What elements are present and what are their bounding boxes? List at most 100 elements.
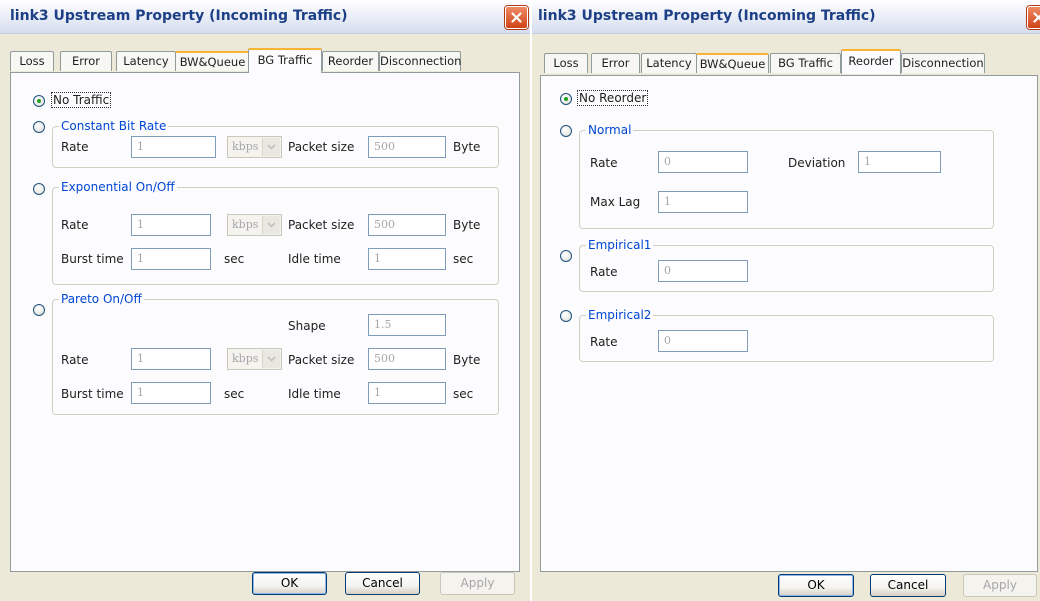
- empirical1-group: Empirical1 Rate 0: [579, 238, 994, 292]
- tab-bg-traffic[interactable]: BG Traffic: [770, 53, 841, 73]
- cbr-group: Constant Bit Rate Rate 1 kbps Packet siz…: [52, 119, 499, 168]
- pareto-rate-unit-select[interactable]: kbps: [227, 348, 282, 370]
- no-reorder-radio[interactable]: [560, 93, 572, 105]
- cancel-button[interactable]: Cancel: [345, 572, 420, 595]
- exp-idle-time-input[interactable]: 1: [368, 248, 446, 270]
- empirical1-radio[interactable]: [560, 250, 572, 262]
- cbr-unit-value: kbps: [232, 140, 259, 153]
- ok-button[interactable]: OK: [252, 572, 327, 595]
- close-button[interactable]: [505, 6, 528, 29]
- dialog-reorder: link3 Upstream Property (Incoming Traffi…: [532, 0, 1040, 601]
- pareto-rate-input[interactable]: 1: [131, 348, 211, 370]
- normal-max-lag-input[interactable]: 1: [658, 191, 748, 213]
- tab-error[interactable]: Error: [591, 53, 640, 73]
- cbr-packet-size-input[interactable]: 500: [368, 136, 446, 158]
- exp-byte-unit: Byte: [453, 218, 481, 232]
- exponential-group-title: Exponential On/Off: [59, 180, 177, 194]
- pareto-shape-label: Shape: [288, 319, 326, 333]
- close-icon: [1033, 12, 1040, 23]
- close-icon: [511, 12, 522, 23]
- pareto-burst-time-label: Burst time: [61, 387, 124, 401]
- tab-disconnection[interactable]: Disconnection: [901, 53, 985, 73]
- empirical2-group-title: Empirical2: [586, 308, 654, 322]
- empirical2-rate-label: Rate: [590, 335, 618, 349]
- empirical1-group-title: Empirical1: [586, 238, 654, 252]
- pareto-unit-value: kbps: [232, 352, 259, 365]
- chevron-down-icon: [267, 144, 276, 150]
- no-reorder-label[interactable]: No Reorder: [576, 90, 649, 106]
- pareto-idle-sec-unit: sec: [453, 387, 474, 401]
- exp-burst-time-label: Burst time: [61, 252, 124, 266]
- pareto-idle-time-input[interactable]: 1: [368, 382, 446, 404]
- exp-burst-sec-unit: sec: [224, 252, 245, 266]
- pareto-burst-sec-unit: sec: [224, 387, 245, 401]
- exponential-radio[interactable]: [33, 183, 45, 195]
- chevron-down-icon: [267, 222, 276, 228]
- exponential-group: Exponential On/Off Rate 1 kbps Packet si…: [52, 180, 499, 285]
- tab-reorder[interactable]: Reorder: [322, 51, 379, 71]
- ok-button[interactable]: OK: [778, 574, 854, 597]
- normal-group: Normal Rate 0 Deviation 1 Max Lag 1: [579, 123, 994, 229]
- tab-latency[interactable]: Latency: [641, 53, 697, 73]
- pareto-byte-unit: Byte: [453, 353, 481, 367]
- normal-rate-input[interactable]: 0: [658, 151, 748, 173]
- exp-burst-time-input[interactable]: 1: [131, 248, 211, 270]
- tab-bg-traffic[interactable]: BG Traffic: [248, 48, 322, 73]
- chevron-down-icon: [267, 356, 276, 362]
- window-title: link3 Upstream Property (Incoming Traffi…: [10, 8, 348, 24]
- close-button[interactable]: [1027, 6, 1040, 29]
- title-bar[interactable]: link3 Upstream Property (Incoming Traffi…: [532, 0, 1040, 34]
- pareto-group: Pareto On/Off Shape 1.5 Rate 1 kbps Pack…: [52, 292, 499, 415]
- cbr-byte-unit: Byte: [453, 140, 481, 154]
- tab-loss[interactable]: Loss: [10, 51, 54, 71]
- cbr-rate-unit-select[interactable]: kbps: [227, 136, 282, 158]
- normal-deviation-input[interactable]: 1: [858, 151, 941, 173]
- normal-group-title: Normal: [586, 123, 634, 137]
- window-title: link3 Upstream Property (Incoming Traffi…: [538, 8, 876, 24]
- tab-bw-queue[interactable]: BW&Queue: [175, 51, 250, 71]
- cbr-rate-label: Rate: [61, 140, 89, 154]
- tab-panel-reorder: No Reorder Normal Rate 0 Deviation 1 Max…: [540, 75, 1038, 572]
- title-bar[interactable]: link3 Upstream Property (Incoming Traffi…: [0, 0, 530, 34]
- tab-panel-bg-traffic: No Traffic Constant Bit Rate Rate 1 kbps…: [10, 72, 520, 572]
- pareto-packet-size-label: Packet size: [288, 353, 355, 367]
- cbr-packet-size-label: Packet size: [288, 140, 355, 154]
- exp-idle-time-label: Idle time: [288, 252, 341, 266]
- tab-error[interactable]: Error: [60, 51, 112, 71]
- exp-unit-value: kbps: [232, 218, 259, 231]
- cancel-button[interactable]: Cancel: [870, 574, 946, 597]
- cbr-group-title: Constant Bit Rate: [59, 119, 169, 133]
- tab-reorder[interactable]: Reorder: [841, 49, 901, 74]
- pareto-group-title: Pareto On/Off: [59, 292, 144, 306]
- cbr-rate-input[interactable]: 1: [131, 136, 216, 158]
- tab-disconnection[interactable]: Disconnection: [379, 51, 461, 71]
- normal-rate-label: Rate: [590, 156, 618, 170]
- tab-bw-queue[interactable]: BW&Queue: [696, 53, 769, 73]
- exp-rate-unit-select[interactable]: kbps: [227, 214, 282, 236]
- no-traffic-label[interactable]: No Traffic: [50, 92, 112, 108]
- empirical2-radio[interactable]: [560, 310, 572, 322]
- exp-rate-input[interactable]: 1: [131, 214, 211, 236]
- pareto-rate-label: Rate: [61, 353, 89, 367]
- normal-deviation-label: Deviation: [788, 156, 846, 170]
- empirical1-rate-label: Rate: [590, 265, 618, 279]
- exp-packet-size-label: Packet size: [288, 218, 355, 232]
- pareto-packet-size-input[interactable]: 500: [368, 348, 446, 370]
- exp-packet-size-input[interactable]: 500: [368, 214, 446, 236]
- apply-button[interactable]: Apply: [440, 572, 515, 595]
- empirical2-group: Empirical2 Rate 0: [579, 308, 994, 362]
- pareto-radio[interactable]: [33, 304, 45, 316]
- pareto-burst-time-input[interactable]: 1: [131, 382, 211, 404]
- no-traffic-radio[interactable]: [33, 95, 45, 107]
- apply-button[interactable]: Apply: [963, 574, 1037, 597]
- empirical1-rate-input[interactable]: 0: [658, 260, 748, 282]
- normal-radio[interactable]: [560, 125, 572, 137]
- pareto-shape-input[interactable]: 1.5: [368, 314, 446, 336]
- pareto-idle-time-label: Idle time: [288, 387, 341, 401]
- exp-idle-sec-unit: sec: [453, 252, 474, 266]
- dialog-bg-traffic: link3 Upstream Property (Incoming Traffi…: [0, 0, 530, 601]
- cbr-radio[interactable]: [33, 121, 45, 133]
- tab-latency[interactable]: Latency: [116, 51, 176, 71]
- tab-loss[interactable]: Loss: [544, 53, 588, 73]
- empirical2-rate-input[interactable]: 0: [658, 330, 748, 352]
